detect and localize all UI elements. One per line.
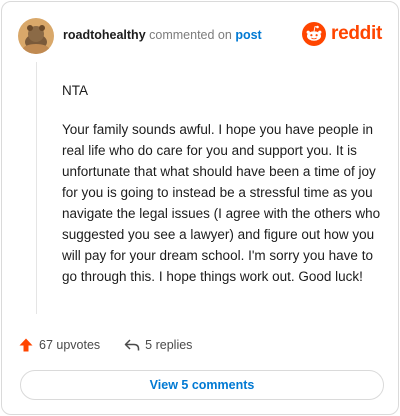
comment-card: roadtohealthy commented on post reddit N… bbox=[1, 1, 399, 415]
commented-on-text: commented on bbox=[149, 27, 232, 42]
reddit-snoo-icon bbox=[302, 22, 327, 46]
reddit-logo[interactable]: reddit bbox=[302, 22, 382, 46]
comment-meta: roadtohealthy commented on post bbox=[63, 27, 262, 43]
thread-line bbox=[36, 62, 37, 314]
user-avatar-icon[interactable] bbox=[18, 18, 54, 54]
upvote-button[interactable]: 67 upvotes bbox=[18, 337, 100, 353]
upvote-count: 67 upvotes bbox=[39, 338, 101, 352]
comment-paragraph: NTA bbox=[62, 83, 88, 98]
replies-button[interactable]: 5 replies bbox=[124, 338, 192, 352]
reply-icon bbox=[124, 339, 140, 351]
view-comments-button[interactable]: View 5 comments bbox=[20, 370, 384, 400]
comment-paragraph: Your family sounds awful. I hope you hav… bbox=[62, 122, 381, 284]
comment-actions: 67 upvotes 5 replies bbox=[18, 335, 192, 355]
comment-body: NTA Your family sounds awful. I hope you… bbox=[62, 80, 390, 305]
reddit-wordmark: reddit bbox=[331, 23, 382, 44]
upvote-arrow-icon bbox=[19, 338, 33, 352]
replies-count: 5 replies bbox=[145, 338, 193, 352]
comment-header: roadtohealthy commented on post reddit bbox=[18, 18, 382, 54]
post-link[interactable]: post bbox=[235, 28, 261, 42]
username-link[interactable]: roadtohealthy bbox=[63, 28, 146, 42]
